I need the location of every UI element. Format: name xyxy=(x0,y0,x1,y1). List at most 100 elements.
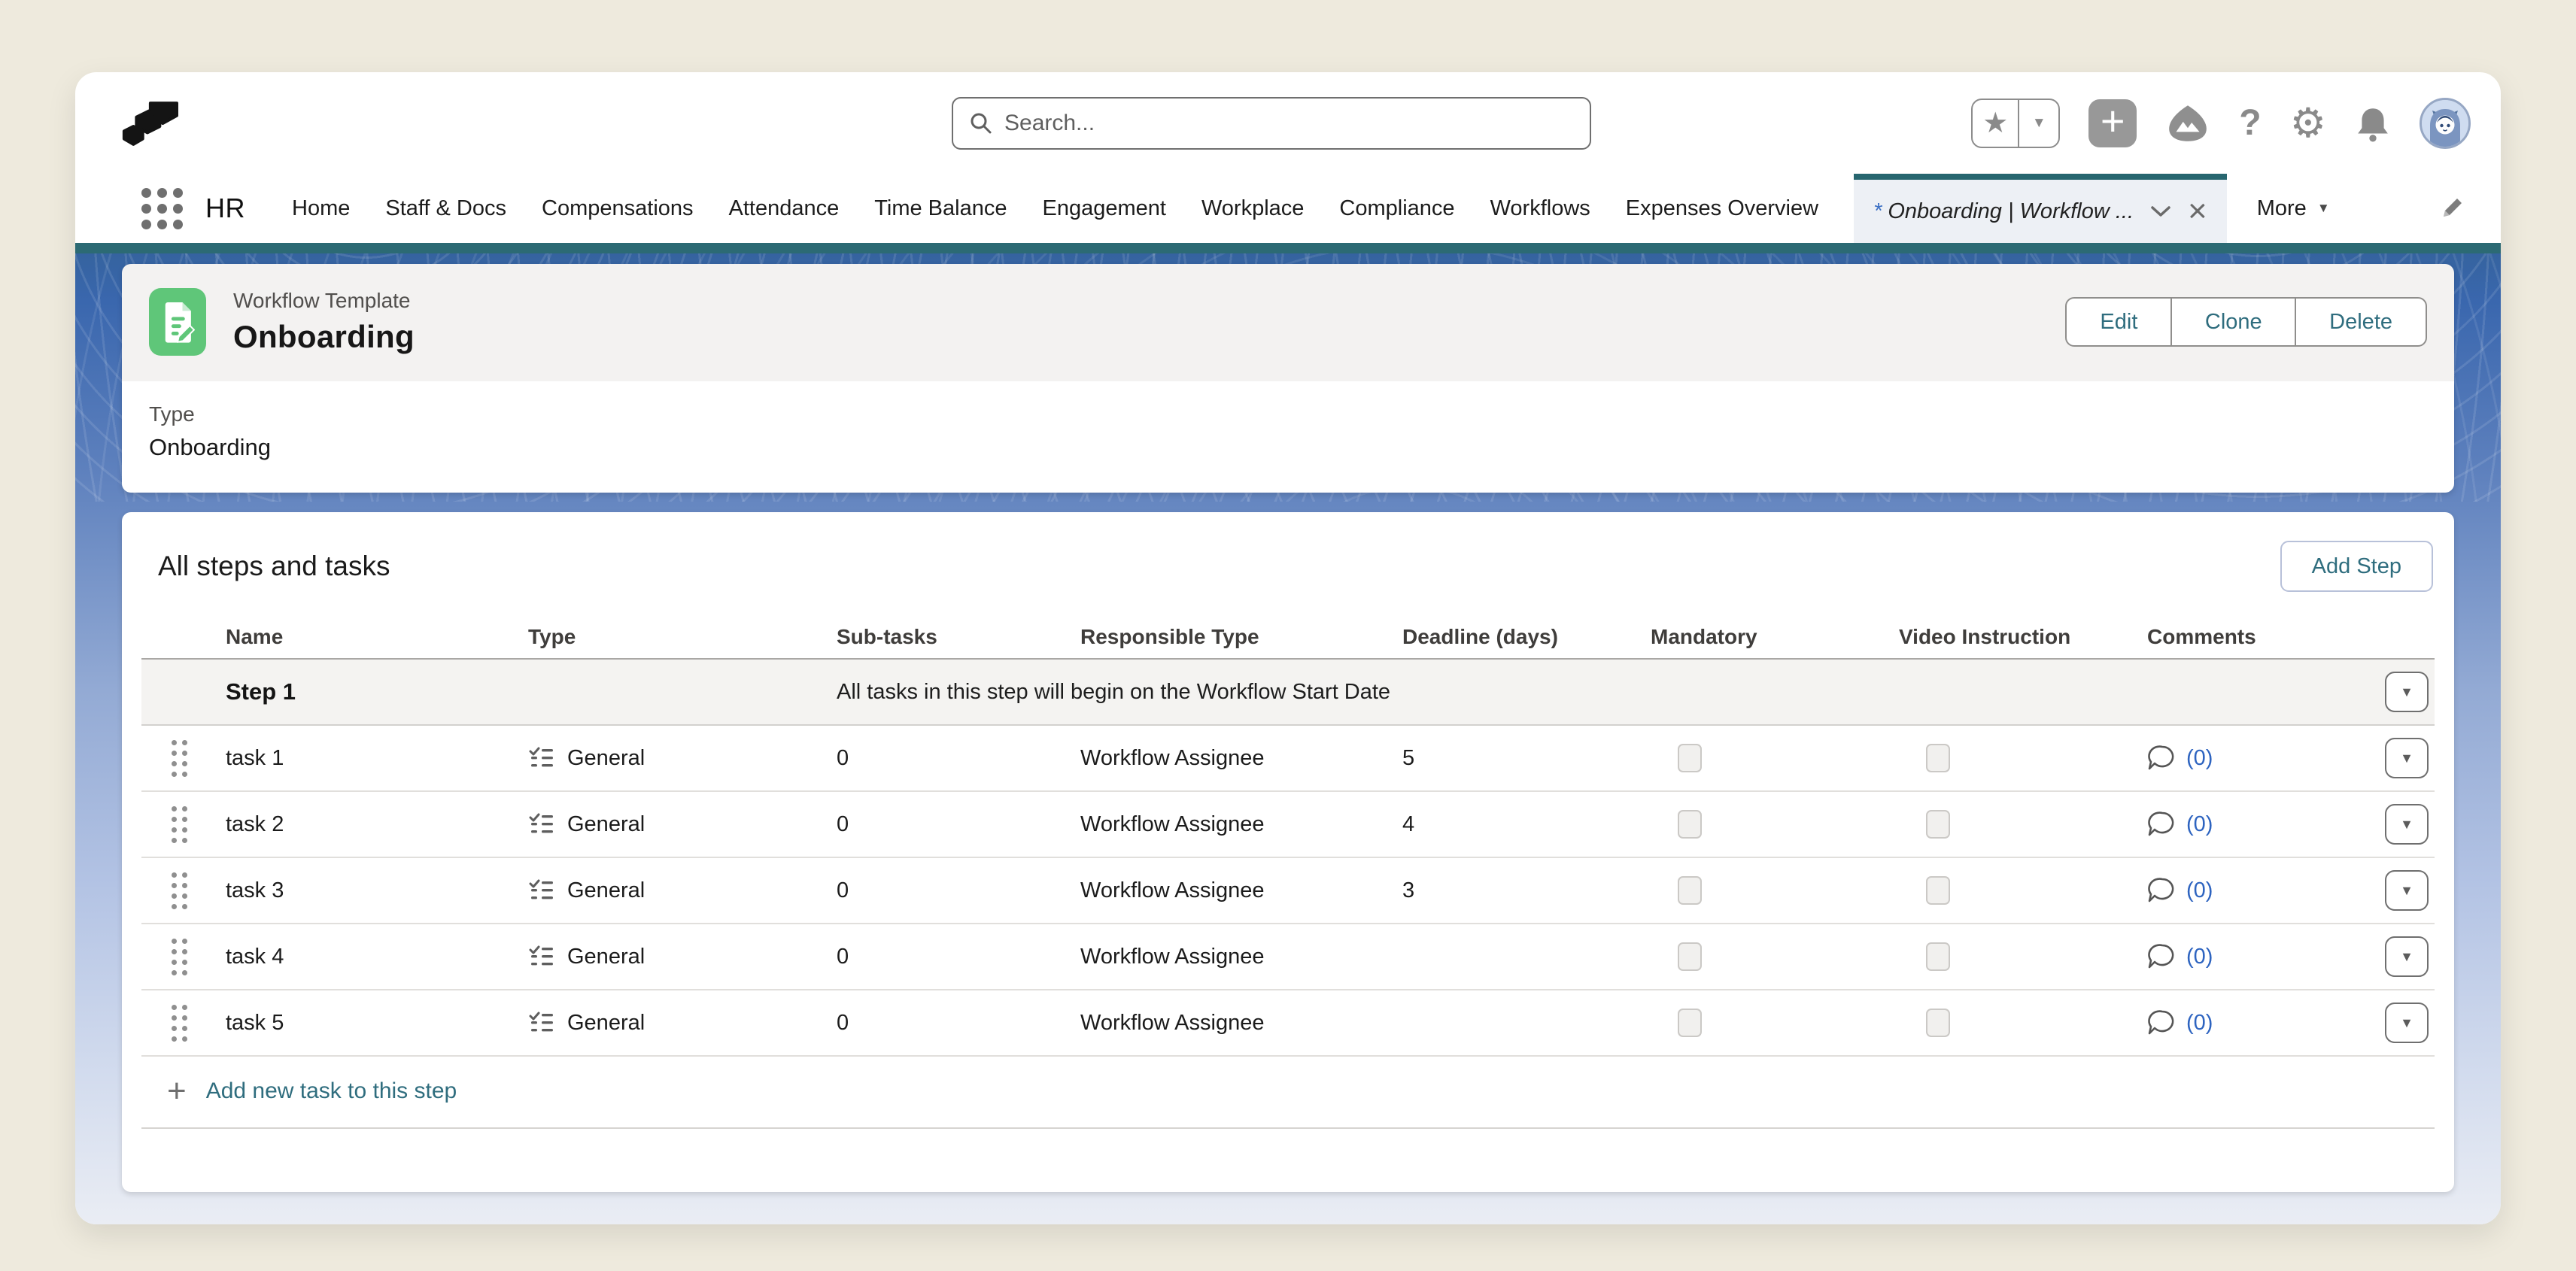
tab-staff-docs[interactable]: Staff & Docs xyxy=(385,196,506,221)
task-actions-dropdown-button[interactable]: ▼ xyxy=(2385,804,2429,845)
step-name: Step 1 xyxy=(217,678,528,705)
task-responsible-type: Workflow Assignee xyxy=(1080,746,1402,771)
search-icon xyxy=(968,111,994,136)
task-comments-link[interactable]: (0) xyxy=(2147,744,2358,772)
task-comments-link[interactable]: (0) xyxy=(2147,942,2358,971)
edit-button[interactable]: Edit xyxy=(2065,297,2172,347)
comment-bubble-icon xyxy=(2147,744,2177,772)
setup-gear-icon[interactable]: ⚙ xyxy=(2290,99,2326,147)
task-actions-dropdown-button[interactable]: ▼ xyxy=(2385,936,2429,977)
task-row: task 3 General 0 Workflow Assignee 3 (0)… xyxy=(141,858,2435,924)
global-search xyxy=(952,97,1591,150)
tab-compliance[interactable]: Compliance xyxy=(1339,196,1454,221)
comments-count: (0) xyxy=(2186,878,2213,903)
delete-button[interactable]: Delete xyxy=(2295,297,2427,347)
video-instruction-checkbox[interactable] xyxy=(1926,744,1950,772)
drag-handle[interactable] xyxy=(172,939,187,975)
edit-navigation-pencil-icon[interactable] xyxy=(2438,194,2466,223)
task-comments-link[interactable]: (0) xyxy=(2147,876,2358,905)
type-field-label: Type xyxy=(149,402,2427,426)
tab-onboarding-workflow-active[interactable]: *Onboarding | Workflow ... × xyxy=(1854,174,2227,243)
nav-more-menu[interactable]: More ▼ xyxy=(2257,196,2330,221)
col-header-name: Name xyxy=(217,625,528,649)
favorites-dropdown-icon[interactable]: ▼ xyxy=(2019,100,2058,147)
tab-actions-chevron-icon[interactable] xyxy=(2150,205,2171,218)
add-task-row: + Add new task to this step xyxy=(141,1057,2435,1129)
task-subtasks-count: 0 xyxy=(837,1011,1080,1036)
checklist-type-icon xyxy=(528,745,555,771)
mandatory-checkbox[interactable] xyxy=(1678,744,1702,772)
mandatory-checkbox[interactable] xyxy=(1678,942,1702,971)
video-instruction-checkbox[interactable] xyxy=(1926,942,1950,971)
tab-compensations[interactable]: Compensations xyxy=(542,196,694,221)
task-comments-link[interactable]: (0) xyxy=(2147,810,2358,839)
video-instruction-checkbox[interactable] xyxy=(1926,810,1950,839)
task-actions-dropdown-button[interactable]: ▼ xyxy=(2385,1003,2429,1043)
task-subtasks-count: 0 xyxy=(837,746,1080,771)
video-instruction-checkbox[interactable] xyxy=(1926,1009,1950,1037)
drag-handle[interactable] xyxy=(172,872,187,909)
step-row: Step 1 All tasks in this step will begin… xyxy=(141,660,2435,726)
tab-engagement[interactable]: Engagement xyxy=(1042,196,1165,221)
tab-home[interactable]: Home xyxy=(292,196,350,221)
quick-create-button[interactable]: + xyxy=(2088,99,2137,147)
add-step-button[interactable]: Add Step xyxy=(2280,541,2433,592)
tab-time-balance[interactable]: Time Balance xyxy=(874,196,1007,221)
task-row: task 1 General 0 Workflow Assignee 5 (0)… xyxy=(141,726,2435,792)
more-label: More xyxy=(2257,196,2307,221)
task-type: General xyxy=(567,878,645,903)
col-header-video-instruction: Video Instruction xyxy=(1899,625,2147,649)
dropdown-caret-icon: ▼ xyxy=(2400,883,2413,899)
mandatory-checkbox[interactable] xyxy=(1678,1009,1702,1037)
header-utilities: ★ ▼ + ? ⚙ xyxy=(1971,98,2471,149)
checklist-type-icon xyxy=(528,1010,555,1036)
comments-count: (0) xyxy=(2186,812,2213,837)
task-type: General xyxy=(567,945,645,969)
task-row: task 2 General 0 Workflow Assignee 4 (0)… xyxy=(141,792,2435,858)
task-responsible-type: Workflow Assignee xyxy=(1080,878,1402,903)
record-title: Onboarding xyxy=(233,319,415,355)
unsaved-indicator: * xyxy=(1873,199,1882,223)
search-input[interactable] xyxy=(1004,111,1575,136)
trailhead-icon[interactable] xyxy=(2165,103,2210,144)
tab-expenses-overview[interactable]: Expenses Overview xyxy=(1626,196,1818,221)
comment-bubble-icon xyxy=(2147,876,2177,905)
comments-count: (0) xyxy=(2186,1011,2213,1036)
task-actions-dropdown-button[interactable]: ▼ xyxy=(2385,870,2429,911)
drag-handle[interactable] xyxy=(172,1005,187,1042)
dropdown-caret-icon: ▼ xyxy=(2400,949,2413,965)
task-actions-dropdown-button[interactable]: ▼ xyxy=(2385,738,2429,778)
add-task-link[interactable]: Add new task to this step xyxy=(206,1078,457,1104)
dropdown-caret-icon: ▼ xyxy=(2400,1015,2413,1031)
tab-close-icon[interactable]: × xyxy=(2188,195,2207,228)
task-comments-link[interactable]: (0) xyxy=(2147,1009,2358,1037)
record-header: Workflow Template Onboarding Edit Clone … xyxy=(122,264,2454,381)
video-instruction-checkbox[interactable] xyxy=(1926,876,1950,905)
drag-handle[interactable] xyxy=(172,806,187,843)
step-actions-dropdown-button[interactable]: ▼ xyxy=(2385,672,2429,712)
task-subtasks-count: 0 xyxy=(837,878,1080,903)
checklist-type-icon xyxy=(528,944,555,969)
more-caret-icon: ▼ xyxy=(2317,201,2330,216)
notifications-bell-icon[interactable] xyxy=(2355,105,2391,142)
task-type: General xyxy=(567,746,645,771)
app-launcher-icon[interactable] xyxy=(141,188,183,229)
task-type: General xyxy=(567,812,645,837)
comment-bubble-icon xyxy=(2147,1009,2177,1037)
tab-workflows[interactable]: Workflows xyxy=(1490,196,1590,221)
user-avatar[interactable] xyxy=(2420,98,2471,149)
mandatory-checkbox[interactable] xyxy=(1678,810,1702,839)
console-background: Workflow Template Onboarding Edit Clone … xyxy=(75,253,2501,1224)
clone-button[interactable]: Clone xyxy=(2170,297,2297,347)
tab-attendance[interactable]: Attendance xyxy=(729,196,840,221)
help-icon[interactable]: ? xyxy=(2239,102,2261,144)
task-name: task 5 xyxy=(217,1011,528,1036)
active-tab-label: Onboarding | Workflow ... xyxy=(1888,199,2134,223)
step-note: All tasks in this step will begin on the… xyxy=(837,680,2358,705)
drag-handle[interactable] xyxy=(172,740,187,777)
tab-workplace[interactable]: Workplace xyxy=(1201,196,1304,221)
task-name: task 3 xyxy=(217,878,528,903)
mandatory-checkbox[interactable] xyxy=(1678,876,1702,905)
app-navigation-bar: HR Home Staff & Docs Compensations Atten… xyxy=(75,174,2501,243)
favorite-star-icon[interactable]: ★ xyxy=(1973,100,2019,147)
